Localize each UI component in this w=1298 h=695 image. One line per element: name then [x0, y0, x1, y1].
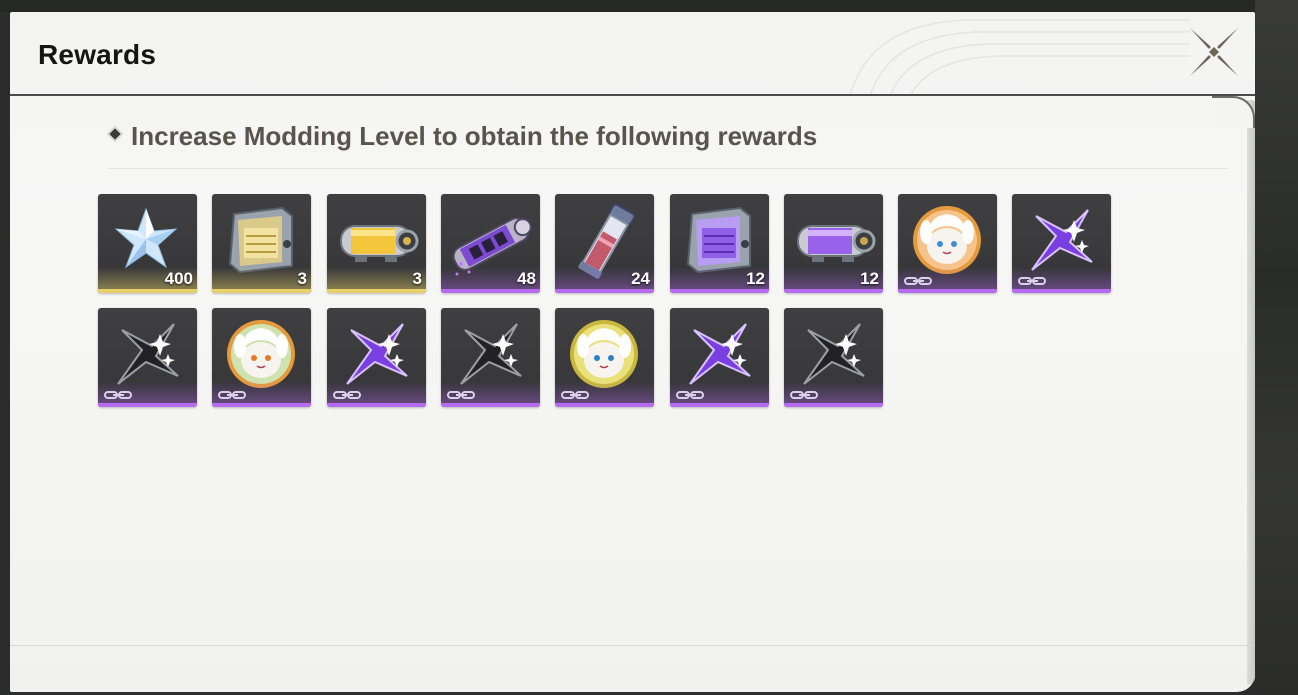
link-badge-icon: [447, 391, 475, 399]
rarity-bar: [441, 289, 540, 293]
link-badge-icon: [1018, 277, 1046, 285]
rarity-bar: [670, 403, 769, 407]
rarity-bar: [555, 403, 654, 407]
background-top: [0, 0, 1298, 12]
link-badge-icon: [790, 391, 818, 399]
subtitle: Increase Modding Level to obtain the fol…: [131, 121, 818, 151]
rarity-bar: [327, 403, 426, 407]
rarity-bar: [784, 403, 883, 407]
reward-count: 3: [412, 269, 422, 288]
link-badge-icon: [561, 391, 589, 399]
rarity-bar: [784, 289, 883, 293]
reward-item-crystal-star[interactable]: 400: [98, 194, 197, 293]
reward-count: 400: [164, 269, 193, 288]
rarity-bar: [98, 289, 197, 293]
reward-item-gold-crate[interactable]: 3: [212, 194, 311, 293]
dialog-header: Rewards: [10, 12, 1255, 96]
reward-item-purple-shuriken[interactable]: [670, 308, 769, 407]
reward-item-purple-capsule[interactable]: 12: [784, 194, 883, 293]
rarity-bar: [555, 289, 654, 293]
rarity-bar: [670, 289, 769, 293]
rarity-bar: [441, 403, 540, 407]
link-badge-icon: [218, 391, 246, 399]
link-badge-icon: [676, 391, 704, 399]
rarity-bar: [98, 403, 197, 407]
background-right: [1255, 0, 1298, 695]
reward-count: 12: [746, 269, 765, 288]
reward-item-purple-crate[interactable]: 12: [670, 194, 769, 293]
reward-item-avatar-yellow[interactable]: [555, 308, 654, 407]
reward-count: 48: [517, 269, 536, 288]
reward-item-gold-capsule[interactable]: 3: [327, 194, 426, 293]
link-badge-icon: [104, 391, 132, 399]
reward-item-purple-vial[interactable]: 24: [555, 194, 654, 293]
bottom-divider: [10, 645, 1255, 646]
dialog-title: Rewards: [38, 39, 157, 70]
reward-item-avatar-orange[interactable]: [898, 194, 997, 293]
rarity-bar: [327, 289, 426, 293]
reward-item-purple-cylinder[interactable]: 48: [441, 194, 540, 293]
reward-item-purple-shuriken[interactable]: [327, 308, 426, 407]
rarity-bar: [898, 289, 997, 293]
close-icon: [1190, 28, 1238, 76]
reward-count: 24: [631, 269, 650, 288]
link-badge-icon: [333, 391, 361, 399]
subtitle-row: Increase Modding Level to obtain the fol…: [108, 119, 1228, 169]
panel-edge: [1247, 100, 1255, 685]
reward-count: 3: [297, 269, 307, 288]
reward-item-avatar-green[interactable]: [212, 308, 311, 407]
reward-item-purple-shuriken[interactable]: [1012, 194, 1111, 293]
reward-count: 12: [860, 269, 879, 288]
link-badge-icon: [904, 277, 932, 285]
rarity-bar: [212, 289, 311, 293]
rarity-bar: [1012, 289, 1111, 293]
reward-item-dark-shuriken[interactable]: [98, 308, 197, 407]
reward-item-dark-shuriken[interactable]: [784, 308, 883, 407]
close-button[interactable]: [1188, 26, 1240, 78]
reward-item-dark-shuriken[interactable]: [441, 308, 540, 407]
diamond-bullet-icon: [109, 128, 121, 140]
rarity-bar: [212, 403, 311, 407]
